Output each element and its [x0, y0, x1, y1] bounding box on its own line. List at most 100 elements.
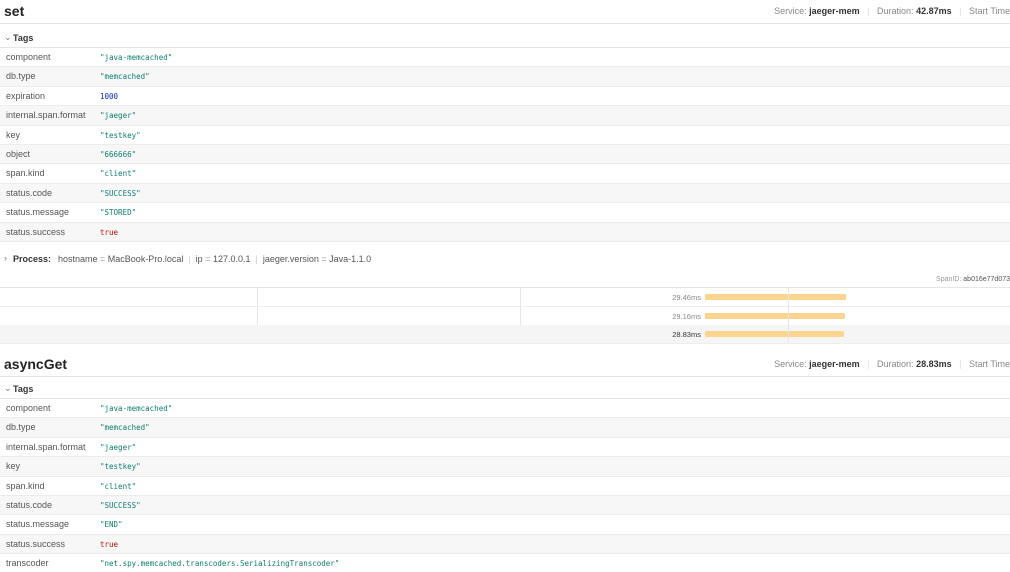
process-key: ip	[195, 254, 203, 264]
tag-row: span.kind "client"	[0, 164, 1010, 184]
tag-row: db.type "memcached"	[0, 67, 1010, 87]
span-bar-duration: 28.83ms	[672, 330, 701, 339]
tag-row: status.message "END"	[0, 515, 1010, 535]
tag-row: internal.span.format "jaeger"	[0, 438, 1010, 458]
tag-value: "STORED"	[100, 208, 137, 218]
span-meta: Service: jaeger-mem | Duration: 28.83ms …	[774, 359, 1010, 369]
tags-label: Tags	[13, 33, 34, 43]
process-label: Process:	[13, 254, 52, 264]
span-header-set[interactable]: set Service: jaeger-mem | Duration: 42.8…	[0, 0, 1010, 24]
tag-row: key "testkey"	[0, 126, 1010, 145]
tag-row: component "java-memcached"	[0, 48, 1010, 68]
tag-value: "client"	[100, 481, 137, 491]
span-timeline: 29.46ms 29.16ms 28.83ms	[0, 287, 1010, 344]
span-id: SpanID: ab016e77d073	[936, 276, 1010, 283]
tag-key: status.code	[6, 187, 53, 198]
tag-value: "jaeger"	[100, 442, 137, 452]
timeline-row[interactable]: 29.46ms	[0, 288, 1010, 307]
tag-row: object "666666"	[0, 144, 1010, 165]
span-duration: 28.83ms	[916, 359, 952, 369]
tags-table: component "java-memcached" db.type "memcach…	[0, 399, 1010, 572]
tag-row: expiration 1000	[0, 87, 1010, 107]
process-key: hostname	[58, 254, 98, 264]
span-header-asyncget[interactable]: asyncGet Service: jaeger-mem | Duration:…	[0, 353, 1010, 377]
tag-value: "java-memcached"	[100, 404, 173, 413]
tag-value: "testkey"	[100, 462, 141, 472]
tag-key: key	[6, 461, 21, 472]
chevron-down-icon: ⌄	[4, 32, 12, 42]
tag-key: db.type	[6, 422, 36, 433]
tag-value: "client"	[100, 169, 137, 179]
process-items: hostname = MacBook-Pro.local | ip = 127.0.…	[58, 254, 372, 264]
span-title: set	[4, 3, 25, 19]
tag-value: "net.spy.memcached.transcoders.Serializi…	[100, 559, 340, 569]
chevron-right-icon: ›	[4, 253, 7, 263]
tag-key: expiration	[6, 90, 46, 101]
tag-value: true	[100, 539, 119, 549]
tag-row: status.code "SUCCESS"	[0, 183, 1010, 204]
tag-row: status.success true	[0, 222, 1010, 242]
tag-value: "SUCCESS"	[100, 188, 141, 198]
tag-row: component "java-memcached"	[0, 399, 1010, 419]
span-meta: Service: jaeger-mem | Duration: 42.87ms …	[774, 6, 1010, 16]
span-title: asyncGet	[4, 356, 68, 372]
tag-key: internal.span.format	[6, 110, 86, 121]
tag-value: true	[100, 227, 119, 237]
start-time-label: Start Time	[968, 359, 1010, 369]
tag-key: internal.span.format	[6, 441, 86, 452]
tag-value: "memcached"	[100, 423, 150, 433]
tags-section-toggle[interactable]: ⌄ Tags	[0, 29, 1010, 48]
tag-key: object	[6, 148, 31, 159]
span-bar-duration: 29.16ms	[672, 311, 701, 321]
tag-key: status.success	[6, 226, 66, 237]
tag-key: span.kind	[6, 168, 45, 179]
tags-table: component "java-memcached" db.type "memcach…	[0, 48, 1010, 242]
span-duration: 42.87ms	[916, 6, 952, 16]
tag-value: "memcached"	[100, 72, 150, 82]
tag-value: "testkey"	[100, 130, 141, 140]
tags-section-toggle[interactable]: ⌄ Tags	[0, 380, 1010, 399]
tag-key: db.type	[6, 71, 36, 82]
tag-row: db.type "memcached"	[0, 418, 1010, 438]
chevron-down-icon: ⌄	[4, 383, 12, 393]
tag-row: transcoder "net.spy.memcached.transcoders…	[0, 554, 1010, 572]
tags-label: Tags	[13, 384, 34, 394]
tag-key: status.success	[6, 538, 66, 549]
start-time-label: Start Time	[968, 6, 1010, 16]
tag-key: span.kind	[6, 480, 45, 491]
service-name: jaeger-mem	[809, 6, 860, 16]
tag-row: status.message "STORED"	[0, 203, 1010, 223]
tag-row: span.kind "client"	[0, 477, 1010, 496]
tag-value: "SUCCESS"	[100, 500, 141, 510]
tag-value: "END"	[100, 520, 123, 530]
span-bar-duration: 29.46ms	[672, 293, 701, 302]
tag-key: component	[6, 403, 51, 413]
tag-key: status.message	[6, 207, 70, 218]
tag-row: status.code "SUCCESS"	[0, 495, 1010, 516]
span-bar[interactable]	[704, 294, 847, 300]
tag-row: internal.span.format "jaeger"	[0, 106, 1010, 126]
tag-key: component	[6, 52, 51, 62]
tag-value: "666666"	[100, 149, 137, 159]
process-value: MacBook-Pro.local	[107, 254, 184, 264]
tag-key: status.message	[6, 519, 70, 530]
tag-key: status.code	[6, 499, 53, 510]
tag-key: transcoder	[6, 558, 49, 569]
tag-key: key	[6, 129, 21, 140]
process-section-toggle[interactable]: › Process: hostname = MacBook-Pro.local |…	[0, 251, 1010, 267]
process-value: 127.0.0.1	[212, 254, 251, 264]
tag-row: key "testkey"	[0, 457, 1010, 477]
tag-value: 1000	[100, 91, 119, 101]
tag-row: status.success true	[0, 534, 1010, 555]
span-id-value: ab016e77d073	[963, 276, 1010, 283]
process-key: jaeger.version	[262, 254, 319, 264]
timeline-row[interactable]: 28.83ms	[0, 325, 1010, 344]
timeline-row[interactable]: 29.16ms	[0, 307, 1010, 326]
span-bar[interactable]	[704, 331, 845, 337]
tag-value: "jaeger"	[100, 111, 137, 121]
process-value: Java-1.1.0	[329, 254, 372, 264]
span-bar[interactable]	[704, 312, 846, 319]
service-name: jaeger-mem	[809, 359, 860, 369]
timeline-divider	[788, 288, 789, 342]
tag-value: "java-memcached"	[100, 53, 173, 62]
